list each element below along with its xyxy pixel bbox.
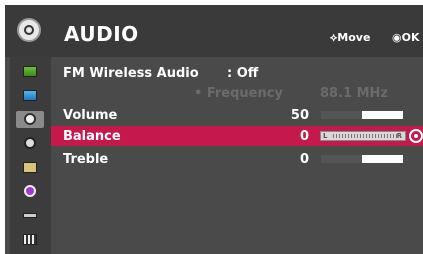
balance-tick	[366, 134, 367, 138]
fm-wireless-audio-state: : Off	[227, 66, 259, 81]
balance-tick	[336, 134, 337, 138]
balance-tick	[390, 134, 391, 138]
frequency-label: • Frequency	[194, 86, 283, 101]
treble-value: 0	[299, 152, 309, 167]
sidebar-item-time[interactable]	[16, 135, 44, 152]
frequency-row: • Frequency 88.1 MHz	[51, 83, 423, 103]
sidebar-item-setup[interactable]	[16, 159, 44, 176]
balance-tick	[372, 134, 373, 138]
balance-slider[interactable]: L R	[320, 131, 406, 141]
treble-row[interactable]: Treble 0	[51, 149, 423, 169]
balance-left-marker: L	[323, 132, 328, 140]
balance-tick	[369, 134, 370, 138]
menu-content: FM Wireless Audio : Off • Frequency 88.1…	[51, 57, 423, 254]
volume-slider[interactable]	[321, 111, 403, 119]
sidebar-item-screen[interactable]	[16, 87, 44, 104]
balance-tick	[375, 134, 376, 138]
treble-slider[interactable]	[321, 155, 403, 163]
volume-value: 50	[290, 108, 309, 123]
treble-label: Treble	[63, 152, 109, 167]
move-hint: ⟡Move	[330, 31, 371, 44]
volume-label: Volume	[63, 108, 118, 123]
input-icon	[23, 213, 37, 218]
balance-value: 0	[299, 129, 309, 144]
treble-slider-fill	[321, 155, 362, 163]
fm-wireless-audio-row[interactable]: FM Wireless Audio : Off	[51, 63, 423, 83]
setup-icon	[23, 162, 37, 173]
balance-tick	[360, 134, 361, 138]
sidebar-item-input[interactable]	[16, 207, 44, 224]
sidebar-item-picture[interactable]	[16, 63, 44, 80]
category-sidebar	[10, 57, 51, 254]
balance-tick	[363, 134, 364, 138]
audio-osd-menu: AUDIO ⟡Move ◉OK FM Wireless Audio: Off …	[5, 5, 423, 254]
ok-hint: ◉OK	[392, 31, 420, 44]
volume-row[interactable]: Volume 50	[51, 105, 423, 125]
menu-title: AUDIO	[64, 22, 139, 46]
media-icon	[23, 234, 37, 245]
frequency-value: 88.1 MHz	[320, 86, 388, 101]
balance-tick	[384, 134, 385, 138]
balance-tick	[333, 134, 334, 138]
balance-tick	[396, 134, 397, 138]
balance-tick	[345, 134, 346, 138]
audio-icon	[24, 113, 36, 125]
balance-row[interactable]: Balance 0 L R	[51, 126, 423, 146]
balance-tick	[339, 134, 340, 138]
balance-tick	[378, 134, 379, 138]
balance-tick	[354, 134, 355, 138]
balance-tick	[342, 134, 343, 138]
ok-select-icon[interactable]	[409, 129, 423, 143]
audio-settings-icon	[17, 18, 41, 42]
fm-wireless-audio-label: FM Wireless Audio	[63, 66, 199, 81]
balance-tick	[381, 134, 382, 138]
sidebar-item-media[interactable]	[16, 231, 44, 248]
option-icon	[24, 185, 36, 197]
screen-icon	[23, 90, 37, 101]
balance-right-marker: R	[396, 132, 402, 140]
balance-tick	[348, 134, 349, 138]
ok-button-icon: ◉	[392, 31, 402, 44]
sidebar-item-audio[interactable]	[16, 111, 44, 128]
balance-tick	[351, 134, 352, 138]
time-icon	[24, 137, 36, 149]
balance-tick	[393, 134, 394, 138]
balance-label: Balance	[63, 129, 121, 144]
balance-tick	[357, 134, 358, 138]
menu-header: AUDIO ⟡Move ◉OK	[5, 5, 423, 57]
picture-icon	[23, 66, 37, 77]
balance-tick	[387, 134, 388, 138]
sidebar-item-option[interactable]	[16, 183, 44, 200]
volume-slider-fill	[321, 111, 362, 119]
